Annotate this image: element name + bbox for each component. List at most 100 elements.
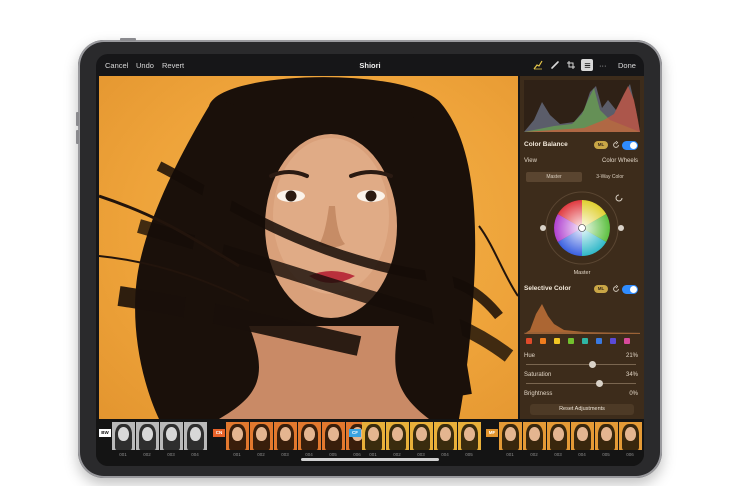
swatch-red[interactable] (526, 338, 532, 344)
preset-group-label[interactable]: BW (99, 429, 111, 437)
hue-slider-knob[interactable] (589, 361, 597, 368)
preset-thumbnail[interactable] (274, 422, 297, 450)
swatch-yellow[interactable] (554, 338, 560, 344)
preset-group (112, 422, 208, 450)
preset-thumbnail[interactable] (410, 422, 433, 450)
preset-thumbnail[interactable] (184, 422, 207, 450)
preset-number: 005 (329, 452, 337, 457)
thumbnail-face (304, 427, 315, 441)
ml-badge[interactable]: ML (594, 285, 608, 293)
swatch-purple[interactable] (610, 338, 616, 344)
preset-number: 002 (530, 452, 538, 457)
preset-number: 004 (191, 452, 199, 457)
preset-thumbnail[interactable] (112, 422, 135, 450)
hue-label: Hue (524, 353, 536, 359)
crop-icon (567, 61, 575, 69)
preset-thumbnail[interactable] (386, 422, 409, 450)
brush-icon (551, 61, 559, 69)
preset-group-label[interactable]: CN (213, 429, 225, 437)
thumbnail-face (280, 427, 291, 441)
preset-number: 002 (393, 452, 401, 457)
saturation-slider-row: Saturation 34% (520, 372, 644, 388)
more-options-button[interactable]: ··· (599, 61, 607, 70)
reset-icon[interactable] (612, 141, 620, 149)
adjustments-panel: Color Balance ML View Color Wheels Maste… (520, 76, 644, 419)
swatch-orange[interactable] (540, 338, 546, 344)
preset-thumbnail[interactable] (619, 422, 642, 450)
adjust-tool-button[interactable] (532, 59, 544, 71)
swatch-blue[interactable] (596, 338, 602, 344)
adjust-curve-icon (533, 60, 543, 70)
saturation-slider[interactable] (526, 380, 636, 387)
brightness-slider-row: Brightness 0% (520, 391, 644, 401)
histogram (524, 80, 640, 132)
done-button[interactable]: Done (618, 61, 636, 70)
photo-canvas[interactable] (99, 76, 518, 419)
selective-color-title: Selective Color (524, 285, 571, 292)
preset-group-label[interactable]: MF (486, 429, 498, 437)
preset-thumbnail[interactable] (322, 422, 345, 450)
color-balance-toggle[interactable] (622, 141, 638, 150)
preset-thumbnail[interactable] (571, 422, 594, 450)
view-select[interactable]: Color Wheels (602, 158, 638, 164)
saturation-value: 34% (625, 372, 638, 378)
brush-tool-button[interactable] (549, 59, 561, 71)
thumbnail-face (118, 427, 129, 441)
preset-thumbnail[interactable] (136, 422, 159, 450)
preset-number: 002 (257, 452, 265, 457)
document-title: Shiori (359, 61, 381, 70)
preset-thumbnail[interactable] (250, 422, 273, 450)
reset-adjustments-button[interactable]: Reset Adjustments (530, 404, 634, 415)
preset-number: 003 (554, 452, 562, 457)
thumbnail-face (416, 427, 427, 441)
preset-thumbnail[interactable] (362, 422, 385, 450)
thumbnail-face (232, 427, 243, 441)
preset-number: 006 (626, 452, 634, 457)
segment-master[interactable]: Master (526, 172, 582, 182)
saturation-label: Saturation (524, 372, 552, 378)
color-balance-title: Color Balance (524, 141, 568, 148)
thumbnail-face (142, 427, 153, 441)
home-indicator[interactable] (301, 458, 439, 461)
preset-thumbnail[interactable] (547, 422, 570, 450)
hue-slider[interactable] (526, 361, 636, 368)
swatch-cyan[interactable] (582, 338, 588, 344)
thumbnail-face (464, 427, 475, 441)
adjustments-panel-button[interactable] (581, 59, 593, 71)
swatch-magenta[interactable] (624, 338, 630, 344)
saturation-slider-knob[interactable] (596, 380, 604, 387)
preset-thumbnail[interactable] (523, 422, 546, 450)
preset-thumbnail[interactable] (160, 422, 183, 450)
preset-thumbnail[interactable] (499, 422, 522, 450)
preset-thumbnail[interactable] (298, 422, 321, 450)
portrait-photo (99, 77, 518, 419)
segment-3-way-color[interactable]: 3-Way Color (582, 172, 638, 182)
reset-icon[interactable] (612, 285, 620, 293)
sliders-icon (584, 62, 590, 68)
preset-number: 003 (167, 452, 175, 457)
preset-thumbnail[interactable] (458, 422, 481, 450)
thumbnail-face (190, 427, 201, 441)
swatch-green[interactable] (568, 338, 574, 344)
preset-number: 004 (305, 452, 313, 457)
view-label: View (524, 158, 537, 164)
preset-group-label[interactable]: CF (349, 429, 361, 437)
thumbnail-face (440, 427, 451, 441)
thumbnail-face (166, 427, 177, 441)
selective-color-toggle[interactable] (622, 285, 638, 294)
wheel-label: Master (573, 270, 591, 276)
preset-number: 001 (233, 452, 241, 457)
thumbnail-face (392, 427, 403, 441)
preset-group (362, 422, 482, 450)
preset-thumbnail[interactable] (595, 422, 618, 450)
ml-badge[interactable]: ML (594, 141, 608, 149)
preset-number: 005 (602, 452, 610, 457)
crop-tool-button[interactable] (565, 59, 577, 71)
thumbnail-face (601, 427, 612, 441)
color-wheel[interactable] (536, 188, 628, 268)
preset-number: 005 (465, 452, 473, 457)
preset-number: 003 (417, 452, 425, 457)
preset-number: 003 (281, 452, 289, 457)
preset-thumbnail[interactable] (434, 422, 457, 450)
preset-thumbnail[interactable] (226, 422, 249, 450)
